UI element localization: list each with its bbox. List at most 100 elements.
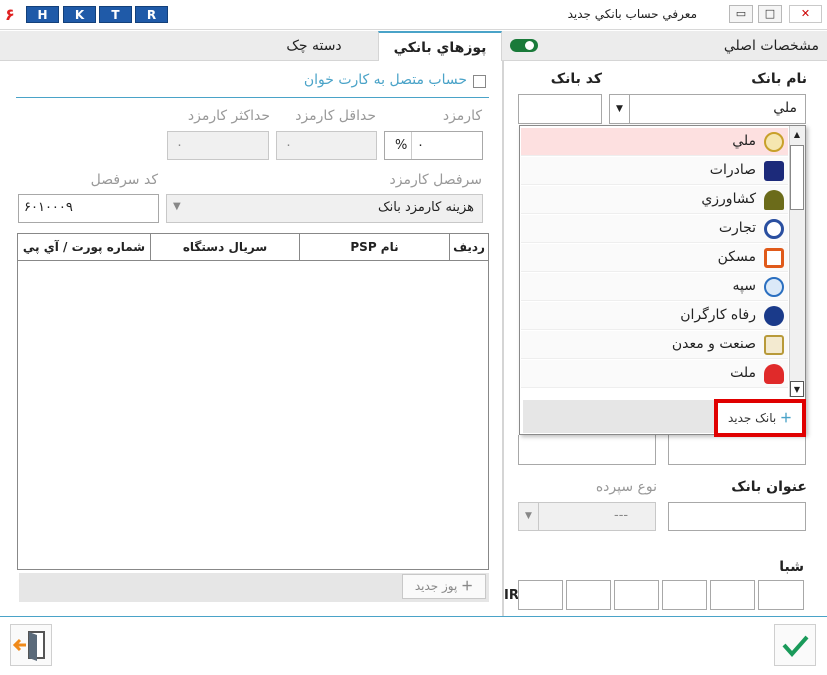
header-code-input[interactable]: ۶۰۱۰۰۰۹ bbox=[18, 194, 159, 223]
grid-header-serial: سريال دستگاه bbox=[150, 234, 299, 260]
pane-divider bbox=[502, 61, 504, 616]
grid-header-port: شماره پورت / آي پي bbox=[22, 240, 146, 254]
tab-bank-pos[interactable]: پوزهاي بانکي bbox=[378, 31, 502, 61]
fee-value: ۰ bbox=[417, 138, 424, 153]
bank-title-input[interactable] bbox=[668, 502, 806, 531]
iban-segment-2[interactable] bbox=[566, 580, 611, 610]
fee-header-label: سرفصل کارمزد bbox=[389, 172, 483, 188]
card-reader-label: حساب متصل به کارت خوان bbox=[303, 72, 467, 88]
hotkey-k-button[interactable]: K bbox=[63, 6, 96, 23]
bank-name-value: ملي bbox=[773, 100, 797, 116]
iban-prefix: IR bbox=[504, 588, 519, 603]
bank-keshavarzi-icon bbox=[764, 190, 784, 210]
restore-button[interactable]: □ bbox=[758, 5, 782, 23]
bank-name: رفاه کارگران bbox=[680, 307, 756, 323]
toggle-knob bbox=[525, 41, 534, 50]
fee-unit-divider bbox=[411, 132, 412, 159]
bank-name: ملي bbox=[732, 133, 756, 149]
bank-name: کشاورزي bbox=[701, 191, 756, 207]
iban-segment-6[interactable] bbox=[758, 580, 804, 610]
iban-segment-1[interactable] bbox=[518, 580, 563, 610]
list-item[interactable]: تجارت bbox=[521, 215, 788, 243]
list-item[interactable]: مسکن bbox=[521, 244, 788, 272]
bank-name: صنعت و معدن bbox=[671, 336, 756, 352]
header-code-value: ۶۰۱۰۰۰۹ bbox=[24, 200, 73, 215]
fee-header-value: هزينه کارمزد بانک bbox=[378, 200, 474, 215]
chevron-down-icon[interactable]: ▼ bbox=[610, 95, 630, 123]
bank-name-label: نام بانک bbox=[751, 71, 807, 87]
max-fee-input[interactable]: ۰ bbox=[167, 131, 269, 160]
bank-saderat-icon bbox=[764, 161, 784, 181]
exit-button[interactable] bbox=[10, 624, 52, 666]
list-item[interactable]: ملي bbox=[521, 128, 788, 156]
tab-strip: دسته چک پوزهاي بانکي مشخصات اصلي bbox=[0, 31, 827, 61]
section-divider bbox=[16, 97, 489, 98]
grid-header-psp: نام PSP bbox=[299, 234, 449, 260]
list-item[interactable]: ملت bbox=[521, 360, 788, 388]
fee-input[interactable]: % ۰ bbox=[384, 131, 483, 160]
bank-code-input[interactable] bbox=[518, 94, 602, 124]
deposit-type-select[interactable]: ▼ --- bbox=[518, 502, 656, 531]
hotkey-t-button[interactable]: T bbox=[99, 6, 132, 23]
bank-sepah-icon bbox=[764, 277, 784, 297]
fee-label: کارمزد bbox=[442, 108, 482, 124]
bank-name: تجارت bbox=[718, 220, 756, 236]
dropdown-footer bbox=[523, 400, 715, 433]
fee-header-select[interactable]: ▼ هزينه کارمزد بانک bbox=[166, 194, 483, 223]
min-fee-input[interactable]: ۰ bbox=[276, 131, 377, 160]
bank-name-select[interactable]: ▼ ملي bbox=[609, 94, 806, 124]
new-pos-label: پوز جديد bbox=[414, 579, 458, 593]
bank-list: ملي صادرات کشاورزي تجارت مسکن سپه رفاه ک… bbox=[520, 126, 789, 397]
list-item[interactable]: کشاورزي bbox=[521, 186, 788, 214]
hotkey-r-button[interactable]: R bbox=[135, 6, 168, 23]
fee-unit: % bbox=[395, 138, 408, 153]
bank-title-label: عنوان بانک bbox=[731, 479, 807, 495]
bank-melli-icon bbox=[764, 132, 784, 152]
main-settings-header: مشخصات اصلي bbox=[723, 38, 819, 54]
new-bank-label: بانک جديد bbox=[727, 411, 777, 425]
bottom-divider bbox=[0, 616, 827, 617]
bank-sanat-madan-icon bbox=[764, 335, 784, 355]
hotkey-h-button[interactable]: H bbox=[26, 6, 59, 23]
min-fee-value: ۰ bbox=[285, 138, 292, 153]
scroll-up-icon[interactable]: ▲ bbox=[790, 127, 804, 143]
new-pos-button[interactable]: ＋ پوز جديد bbox=[402, 574, 486, 599]
max-fee-label: حداکثر کارمزد bbox=[187, 108, 270, 124]
chevron-down-icon: ▼ bbox=[173, 201, 181, 212]
confirm-button[interactable] bbox=[774, 624, 816, 666]
list-item[interactable]: صنعت و معدن bbox=[521, 331, 788, 359]
bank-name: مسکن bbox=[717, 249, 756, 265]
scroll-thumb[interactable] bbox=[790, 145, 804, 210]
iban-segment-3[interactable] bbox=[614, 580, 659, 610]
list-item[interactable]: صادرات bbox=[521, 157, 788, 185]
plus-icon: ＋ bbox=[461, 579, 474, 593]
pos-grid: رديف نام PSP سريال دستگاه شماره پورت / آ… bbox=[17, 233, 489, 570]
minimize-button[interactable]: ▭ bbox=[729, 5, 753, 23]
bank-name: ملت bbox=[730, 365, 756, 381]
new-bank-button[interactable]: ＋ بانک جديد bbox=[714, 399, 806, 437]
chevron-down-icon: ▼ bbox=[519, 503, 539, 530]
deposit-type-label: نوع سپرده bbox=[595, 479, 657, 495]
iban-segment-4[interactable] bbox=[662, 580, 707, 610]
bank-refah-icon bbox=[764, 306, 784, 326]
hidden-field-right[interactable] bbox=[668, 435, 806, 465]
grid-header-row: رديف bbox=[449, 234, 488, 260]
bank-name: صادرات bbox=[709, 162, 756, 178]
tab-cheque-books[interactable]: دسته چک bbox=[250, 31, 378, 61]
window-title: معرفي حساب بانکي جديد bbox=[567, 7, 697, 21]
plus-icon: ＋ bbox=[780, 411, 793, 425]
iban-segment-5[interactable] bbox=[710, 580, 755, 610]
bank-code-label: کد بانک bbox=[550, 71, 602, 87]
bank-mellat-icon bbox=[764, 364, 784, 384]
card-reader-checkbox[interactable] bbox=[473, 75, 486, 88]
close-button[interactable]: ✕ bbox=[789, 5, 822, 23]
scroll-down-icon[interactable]: ▼ bbox=[790, 381, 804, 397]
min-fee-label: حداقل کارمزد bbox=[295, 108, 376, 124]
header-code-label: کد سرفصل bbox=[90, 172, 158, 188]
list-item[interactable]: رفاه کارگران bbox=[521, 302, 788, 330]
iban-label: شبا bbox=[779, 559, 804, 575]
hidden-field-left[interactable] bbox=[518, 435, 656, 465]
checkmark-icon bbox=[782, 635, 809, 658]
list-item[interactable]: سپه bbox=[521, 273, 788, 301]
exit-door-icon bbox=[12, 631, 45, 661]
